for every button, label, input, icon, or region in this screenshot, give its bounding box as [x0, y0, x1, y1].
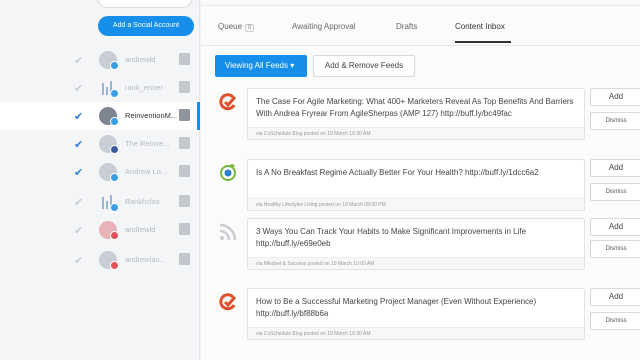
profile-item[interactable]: ✔ rank_enner: [0, 74, 200, 102]
add-remove-feeds-button[interactable]: Add & Remove Feeds: [313, 55, 415, 77]
twitter-badge-icon: [110, 61, 119, 70]
profile-name: andrewld: [125, 225, 156, 234]
dismiss-post-button[interactable]: Dismiss: [590, 240, 640, 258]
profile-name: andrewlau...: [125, 255, 166, 264]
coschedule-icon: [219, 93, 237, 111]
tab-awaiting-approval[interactable]: Awaiting Approval: [292, 22, 355, 31]
post-card: The Case For Agile Marketing: What 400+ …: [247, 88, 585, 140]
post-meta: via Healthy Lifestyles Living posted on …: [248, 198, 584, 210]
post-meta: via Mindset & Success posted on 19 March…: [248, 257, 584, 269]
chevron-down-icon: ▾: [290, 61, 295, 70]
post-text: How to Be a Successful Marketing Project…: [256, 297, 537, 318]
tab-content-inbox[interactable]: Content Inbox: [455, 22, 505, 31]
check-icon[interactable]: ✔: [74, 254, 83, 267]
profile-search-input[interactable]: Search Profiles: [97, 0, 193, 8]
profile-settings-icon[interactable]: [179, 195, 190, 207]
check-icon[interactable]: ✔: [74, 138, 83, 151]
coschedule-icon: [219, 293, 237, 311]
twitter-badge-icon: [110, 89, 119, 98]
profile-settings-icon[interactable]: [179, 223, 190, 235]
profile-name: The Reinve...: [125, 139, 170, 148]
dismiss-post-button[interactable]: Dismiss: [590, 183, 640, 201]
add-post-button[interactable]: Add: [590, 288, 640, 306]
twitter-badge-icon: [110, 117, 119, 126]
buffer-app: Search Profiles Add a Social Account ✔ a…: [0, 0, 640, 360]
add-social-account-button[interactable]: Add a Social Account: [98, 16, 194, 36]
profile-name: ReinventionM...: [125, 111, 178, 120]
profile-item[interactable]: ✔ Andrew Lo...: [0, 158, 200, 186]
post-card: 3 Ways You Can Track Your Habits to Make…: [247, 218, 585, 270]
profile-item[interactable]: ✔ Bankhclas: [0, 188, 200, 216]
post-card: How to Be a Successful Marketing Project…: [247, 288, 585, 340]
pinterest-badge-icon: [110, 261, 119, 270]
check-icon[interactable]: ✔: [74, 110, 83, 123]
twitter-badge-icon: [110, 203, 119, 212]
post-text: 3 Ways You Can Track Your Habits to Make…: [256, 227, 527, 248]
profile-sidebar: Search Profiles Add a Social Account ✔ a…: [0, 0, 200, 360]
main-panel: Queue 0 Awaiting Approval Drafts Content …: [201, 0, 640, 360]
profile-item[interactable]: ✔ The Reinve...: [0, 130, 200, 158]
dropdown-label: Viewing All Feeds: [225, 61, 288, 70]
profile-settings-icon[interactable]: [179, 109, 190, 121]
profile-settings-icon[interactable]: [179, 165, 190, 177]
check-icon[interactable]: ✔: [74, 196, 83, 209]
profile-name: Bankhclas: [125, 197, 160, 206]
facebook-badge-icon: [110, 145, 119, 154]
profile-item-selected[interactable]: ✔ ReinventionM...: [0, 102, 200, 130]
dismiss-post-button[interactable]: Dismiss: [590, 112, 640, 130]
rss-icon: [219, 223, 237, 241]
post-meta: via CoSchedule Blog posted on 19 March 1…: [248, 327, 584, 339]
active-indicator: [197, 102, 200, 130]
active-tab-underline: [455, 41, 511, 43]
twitter-badge-icon: [110, 173, 119, 182]
profile-name: andrewld: [125, 55, 156, 64]
profile-item[interactable]: ✔ andrewld: [0, 216, 200, 244]
post-card: Is A No Breakfast Regime Actually Better…: [247, 159, 585, 211]
check-icon[interactable]: ✔: [74, 54, 83, 67]
tab-bar: Queue 0 Awaiting Approval Drafts Content …: [201, 0, 640, 46]
add-post-button[interactable]: Add: [590, 88, 640, 106]
pinterest-badge-icon: [110, 231, 119, 240]
profile-settings-icon[interactable]: [179, 53, 190, 65]
check-icon[interactable]: ✔: [74, 82, 83, 95]
dismiss-post-button[interactable]: Dismiss: [590, 312, 640, 330]
add-post-button[interactable]: Add: [590, 218, 640, 236]
post-meta: via CoSchedule Blog posted on 19 March 1…: [248, 127, 584, 139]
health-logo-icon: [220, 164, 236, 181]
add-post-button[interactable]: Add: [590, 159, 640, 177]
profile-name: Andrew Lo...: [125, 167, 168, 176]
profile-item[interactable]: ✔ andrewlau...: [0, 246, 200, 274]
profile-settings-icon[interactable]: [179, 137, 190, 149]
tab-queue[interactable]: Queue 0: [218, 22, 255, 32]
tab-drafts[interactable]: Drafts: [396, 22, 417, 31]
post-text: The Case For Agile Marketing: What 400+ …: [256, 97, 574, 118]
profile-settings-icon[interactable]: [179, 253, 190, 265]
viewing-all-feeds-dropdown[interactable]: Viewing All Feeds ▾: [215, 55, 307, 77]
profile-settings-icon[interactable]: [179, 81, 190, 93]
check-icon[interactable]: ✔: [74, 166, 83, 179]
tab-label: Queue: [218, 22, 243, 31]
check-icon[interactable]: ✔: [74, 224, 83, 237]
post-text: Is A No Breakfast Regime Actually Better…: [256, 168, 539, 177]
queue-count-badge: 0: [245, 24, 255, 32]
profile-item[interactable]: ✔ andrewld: [0, 46, 200, 74]
profile-name: rank_enner: [125, 83, 163, 92]
